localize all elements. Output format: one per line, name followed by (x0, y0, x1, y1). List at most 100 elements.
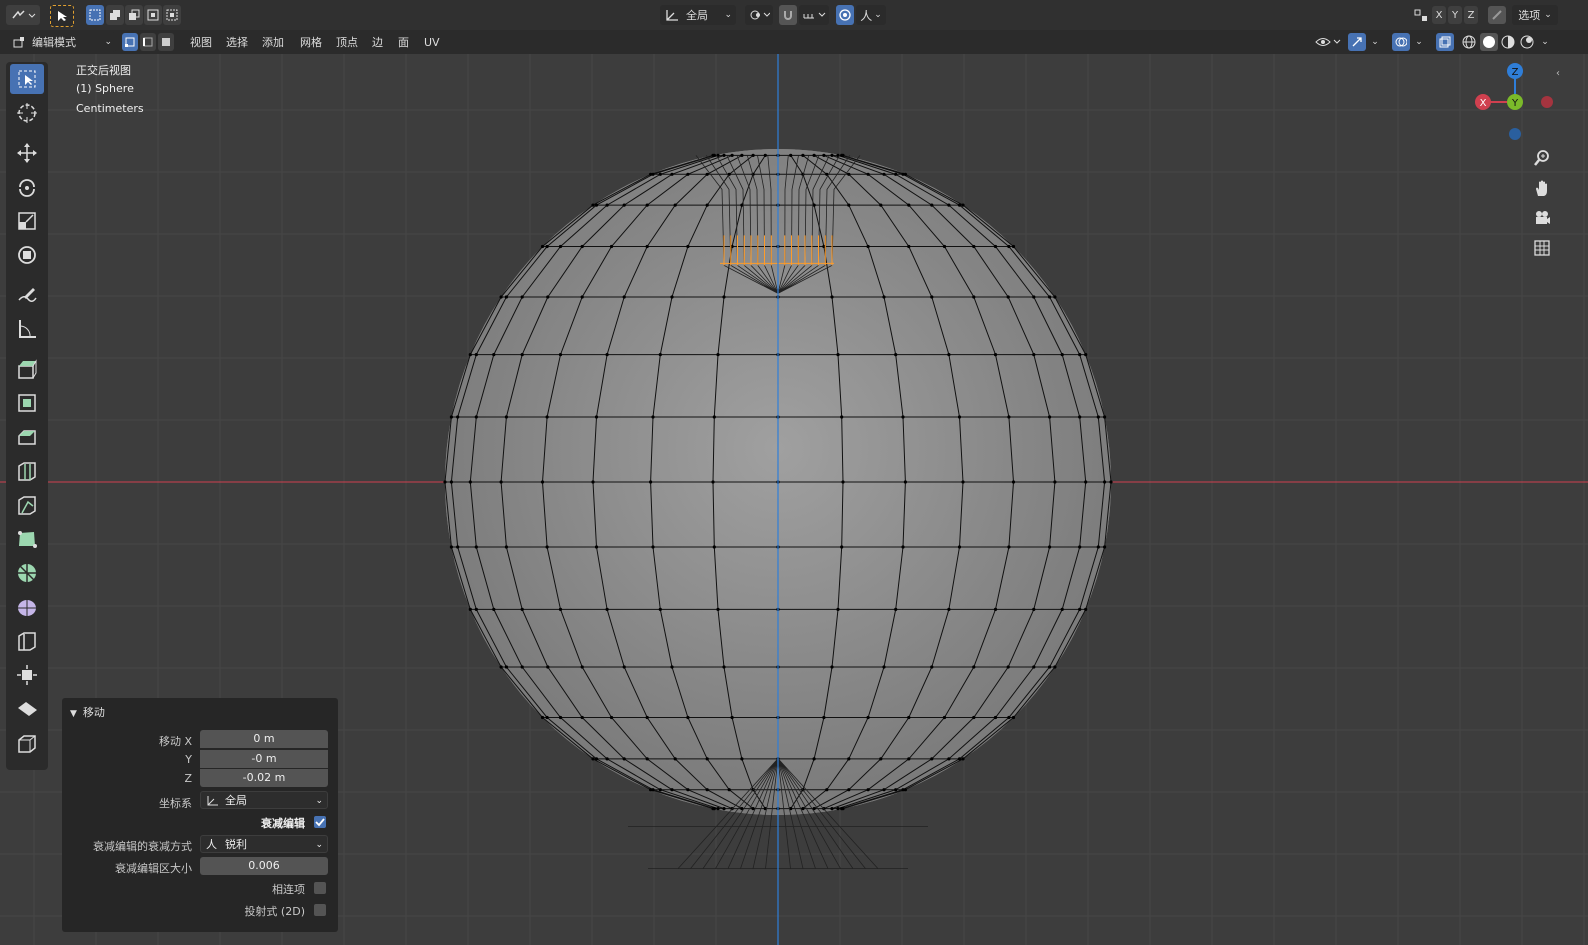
chevron-down-icon[interactable]: ⌄ (1538, 33, 1552, 51)
xray-toggle[interactable] (1436, 33, 1454, 51)
transform-tool[interactable] (10, 240, 44, 270)
cursor-icon (58, 11, 67, 21)
select-tool-button[interactable] (50, 5, 74, 27)
gizmo-neg-z-handle[interactable] (1509, 128, 1521, 140)
move-tool[interactable] (10, 138, 44, 168)
wireframe-shading-button[interactable] (1460, 33, 1478, 51)
select-box-tool[interactable] (10, 64, 44, 94)
interaction-mode-dropdown[interactable]: 编辑模式 ⌄ (8, 32, 116, 52)
solid-shading-button[interactable] (1480, 33, 1498, 51)
vertex-select-mode-button[interactable] (122, 33, 138, 51)
cursor-tool[interactable] (10, 98, 44, 128)
shear-tool[interactable] (10, 694, 44, 724)
poly-build-tool[interactable] (10, 524, 44, 554)
sharp-falloff-icon: 人 (206, 838, 217, 851)
eye-icon (1315, 38, 1341, 46)
rip-region-tool[interactable] (10, 728, 44, 758)
chevron-down-icon[interactable]: ⌄ (1412, 33, 1426, 51)
unit-system: Centimeters (76, 102, 144, 115)
connected-label: 相连项 (272, 883, 305, 896)
auto-merge-button[interactable] (1488, 6, 1506, 24)
proportional-checkbox[interactable] (314, 816, 326, 828)
scale-tool[interactable] (10, 206, 44, 236)
menu-0[interactable]: 视图 (190, 33, 212, 51)
falloff-value: 锐利 (225, 838, 247, 851)
select-intersect-icon (166, 9, 178, 21)
scale-icon (18, 212, 36, 230)
size-field[interactable]: 0.006 (200, 857, 328, 875)
loop-cut-tool[interactable] (10, 456, 44, 486)
spin-tool[interactable] (10, 558, 44, 588)
select-new-mode-button[interactable] (86, 5, 104, 25)
gizmo-neg-x-handle[interactable] (1541, 96, 1553, 108)
edge-select-icon (143, 37, 153, 47)
knife-tool[interactable] (10, 490, 44, 520)
edge-select-mode-button[interactable] (140, 33, 156, 51)
editor-type-button[interactable] (6, 5, 40, 25)
snap-toggle-button[interactable] (779, 5, 797, 25)
projected-checkbox[interactable] (314, 904, 326, 916)
menu-2[interactable]: 添加 (262, 33, 284, 51)
inset-tool[interactable] (10, 388, 44, 418)
pivot-icon (750, 10, 770, 20)
smooth-tool[interactable] (10, 592, 44, 622)
camera-view-button[interactable] (1530, 206, 1554, 230)
face-select-icon (162, 38, 170, 46)
chevron-down-icon: ⌄ (1544, 10, 1552, 20)
mirror-y-toggle[interactable]: Y (1448, 6, 1462, 24)
menu-4[interactable]: 顶点 (336, 33, 358, 51)
visibility-dropdown[interactable] (1312, 32, 1344, 52)
bevel-tool[interactable] (10, 422, 44, 452)
grid-icon (1534, 240, 1550, 256)
extrude-tool[interactable] (10, 354, 44, 384)
select-subtract-mode-button[interactable] (125, 5, 143, 25)
chevron-down-icon: ⌄ (315, 840, 323, 850)
move-x-field[interactable]: 0 m (200, 730, 328, 748)
pivot-point-button[interactable] (745, 5, 773, 25)
smooth-icon (18, 600, 36, 616)
overlays-toggle[interactable] (1392, 33, 1410, 51)
inset-icon (18, 394, 36, 412)
falloff-dropdown[interactable]: 人 锐利 ⌄ (200, 835, 328, 853)
proportional-falloff-button[interactable]: 人 ⌄ (856, 5, 886, 25)
mirror-x-toggle[interactable]: X (1432, 6, 1446, 24)
rotate-tool[interactable] (10, 172, 44, 202)
menu-1[interactable]: 选择 (226, 33, 248, 51)
measure-tool[interactable] (10, 314, 44, 344)
edge-slide-tool[interactable] (10, 626, 44, 656)
shrink-fatten-tool[interactable] (10, 660, 44, 690)
move-z-field[interactable]: -0.02 m (200, 769, 328, 787)
mirror-z-toggle[interactable]: Z (1464, 6, 1478, 24)
options-dropdown[interactable]: 选项 ⌄ (1512, 5, 1558, 25)
annotate-tool[interactable] (10, 280, 44, 310)
mirror-options-button[interactable] (1412, 5, 1430, 25)
select-intersect-mode-button[interactable] (163, 5, 181, 25)
pan-button[interactable] (1530, 176, 1554, 200)
orientation-value: 全局 (225, 794, 247, 807)
navigation-gizmo[interactable]: Z X Y (1468, 58, 1568, 148)
snap-target-button[interactable] (799, 5, 829, 25)
rendered-shading-button[interactable] (1518, 33, 1536, 51)
zoom-button[interactable] (1530, 146, 1554, 170)
menu-7[interactable]: UV (424, 33, 440, 51)
move-y-field[interactable]: -0 m (200, 750, 328, 768)
gizmo-toggle[interactable] (1348, 33, 1366, 51)
sidebar-toggle-icon[interactable]: ‹ (1556, 68, 1560, 79)
transform-orientation-dropdown[interactable]: 全局 ⌄ (660, 5, 736, 25)
menu-5[interactable]: 边 (372, 33, 383, 51)
orientation-dropdown[interactable]: 全局 ⌄ (200, 791, 328, 809)
rip-region-icon (18, 735, 36, 753)
proportional-edit-toggle[interactable] (836, 5, 854, 25)
ortho-toggle-button[interactable] (1530, 236, 1554, 260)
connected-checkbox[interactable] (314, 882, 326, 894)
menu-6[interactable]: 面 (398, 33, 409, 51)
menu-3[interactable]: 网格 (300, 33, 322, 51)
chevron-down-icon[interactable]: ⌄ (1368, 33, 1382, 51)
panel-header[interactable]: ▼ 移动 (70, 704, 105, 720)
orientation-axes-icon (207, 796, 218, 806)
face-select-mode-button[interactable] (158, 33, 174, 51)
select-extend-mode-button[interactable] (106, 5, 124, 25)
select-difference-mode-button[interactable] (144, 5, 162, 25)
orientation-axes-icon (666, 10, 678, 21)
material-shading-button[interactable] (1499, 33, 1517, 51)
